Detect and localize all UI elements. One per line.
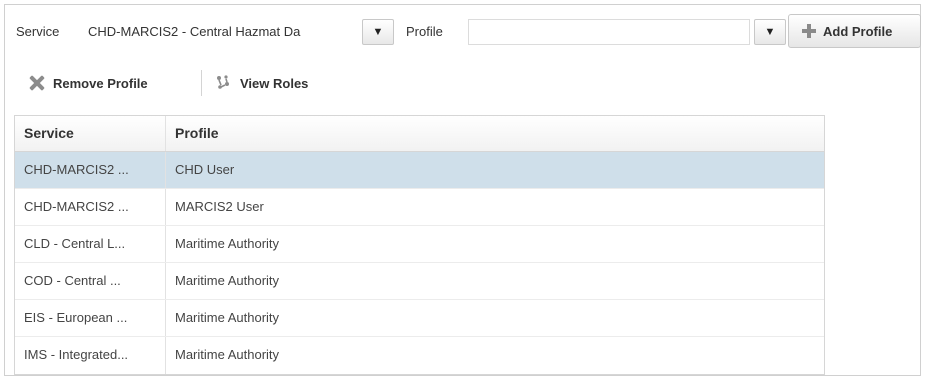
filter-row: Service CHD-MARCIS2 - Central Hazmat Da … bbox=[4, 12, 921, 52]
table-row[interactable]: CHD-MARCIS2 ... MARCIS2 User bbox=[15, 189, 824, 226]
column-header-profile[interactable]: Profile bbox=[166, 116, 824, 151]
plus-icon bbox=[801, 23, 817, 39]
profile-label: Profile bbox=[406, 24, 443, 39]
table-row[interactable]: IMS - Integrated... Maritime Authority bbox=[15, 337, 824, 374]
cell-profile: CHD User bbox=[175, 162, 235, 177]
view-roles-label: View Roles bbox=[240, 75, 309, 91]
table-row[interactable]: CLD - Central L... Maritime Authority bbox=[15, 226, 824, 263]
toolbar-separator bbox=[201, 70, 202, 96]
cell-service: COD - Central ... bbox=[15, 263, 166, 299]
cell-profile: Maritime Authority bbox=[175, 273, 280, 288]
add-profile-label: Add Profile bbox=[823, 23, 893, 39]
roles-icon bbox=[217, 75, 229, 89]
cell-service: CHD-MARCIS2 ... bbox=[15, 189, 166, 225]
cell-profile: Maritime Authority bbox=[175, 347, 280, 362]
remove-profile-button[interactable]: Remove Profile bbox=[28, 68, 148, 98]
profile-input[interactable] bbox=[468, 19, 750, 45]
x-icon bbox=[28, 74, 46, 92]
table-body: CHD-MARCIS2 ... CHD User CHD-MARCIS2 ... MA… bbox=[15, 152, 824, 374]
cell-service: CLD - Central L... bbox=[15, 226, 166, 262]
service-select-value[interactable]: CHD-MARCIS2 - Central Hazmat Da bbox=[84, 19, 364, 45]
table-row[interactable]: COD - Central ... Maritime Authority bbox=[15, 263, 824, 300]
cell-service: CHD-MARCIS2 ... bbox=[15, 152, 166, 188]
table-row[interactable]: CHD-MARCIS2 ... CHD User bbox=[15, 152, 824, 189]
remove-profile-label: Remove Profile bbox=[53, 75, 148, 91]
service-dropdown-button[interactable]: ▼ bbox=[362, 19, 394, 45]
chevron-down-icon: ▼ bbox=[372, 26, 384, 38]
add-profile-button[interactable]: Add Profile bbox=[788, 14, 921, 48]
table-header: Service Profile bbox=[15, 116, 824, 152]
profile-dropdown-button[interactable]: ▼ bbox=[754, 19, 786, 45]
cell-profile: Maritime Authority bbox=[175, 236, 280, 251]
profiles-table: Service Profile CHD-MARCIS2 ... CHD User C… bbox=[14, 115, 825, 375]
column-header-service[interactable]: Service bbox=[15, 116, 166, 151]
chevron-down-icon: ▼ bbox=[764, 26, 776, 38]
cell-service: IMS - Integrated... bbox=[15, 337, 166, 374]
cell-service: EIS - European ... bbox=[15, 300, 166, 336]
table-row[interactable]: EIS - European ... Maritime Authority bbox=[15, 300, 824, 337]
cell-profile: MARCIS2 User bbox=[175, 199, 264, 214]
service-label: Service bbox=[16, 24, 60, 39]
view-roles-button[interactable]: View Roles bbox=[214, 68, 308, 98]
cell-profile: Maritime Authority bbox=[175, 310, 280, 325]
toolbar: Remove Profile View Roles bbox=[4, 64, 504, 102]
service-select[interactable]: CHD-MARCIS2 - Central Hazmat Da ▼ bbox=[84, 19, 396, 45]
profile-select[interactable]: ▼ bbox=[468, 19, 786, 45]
